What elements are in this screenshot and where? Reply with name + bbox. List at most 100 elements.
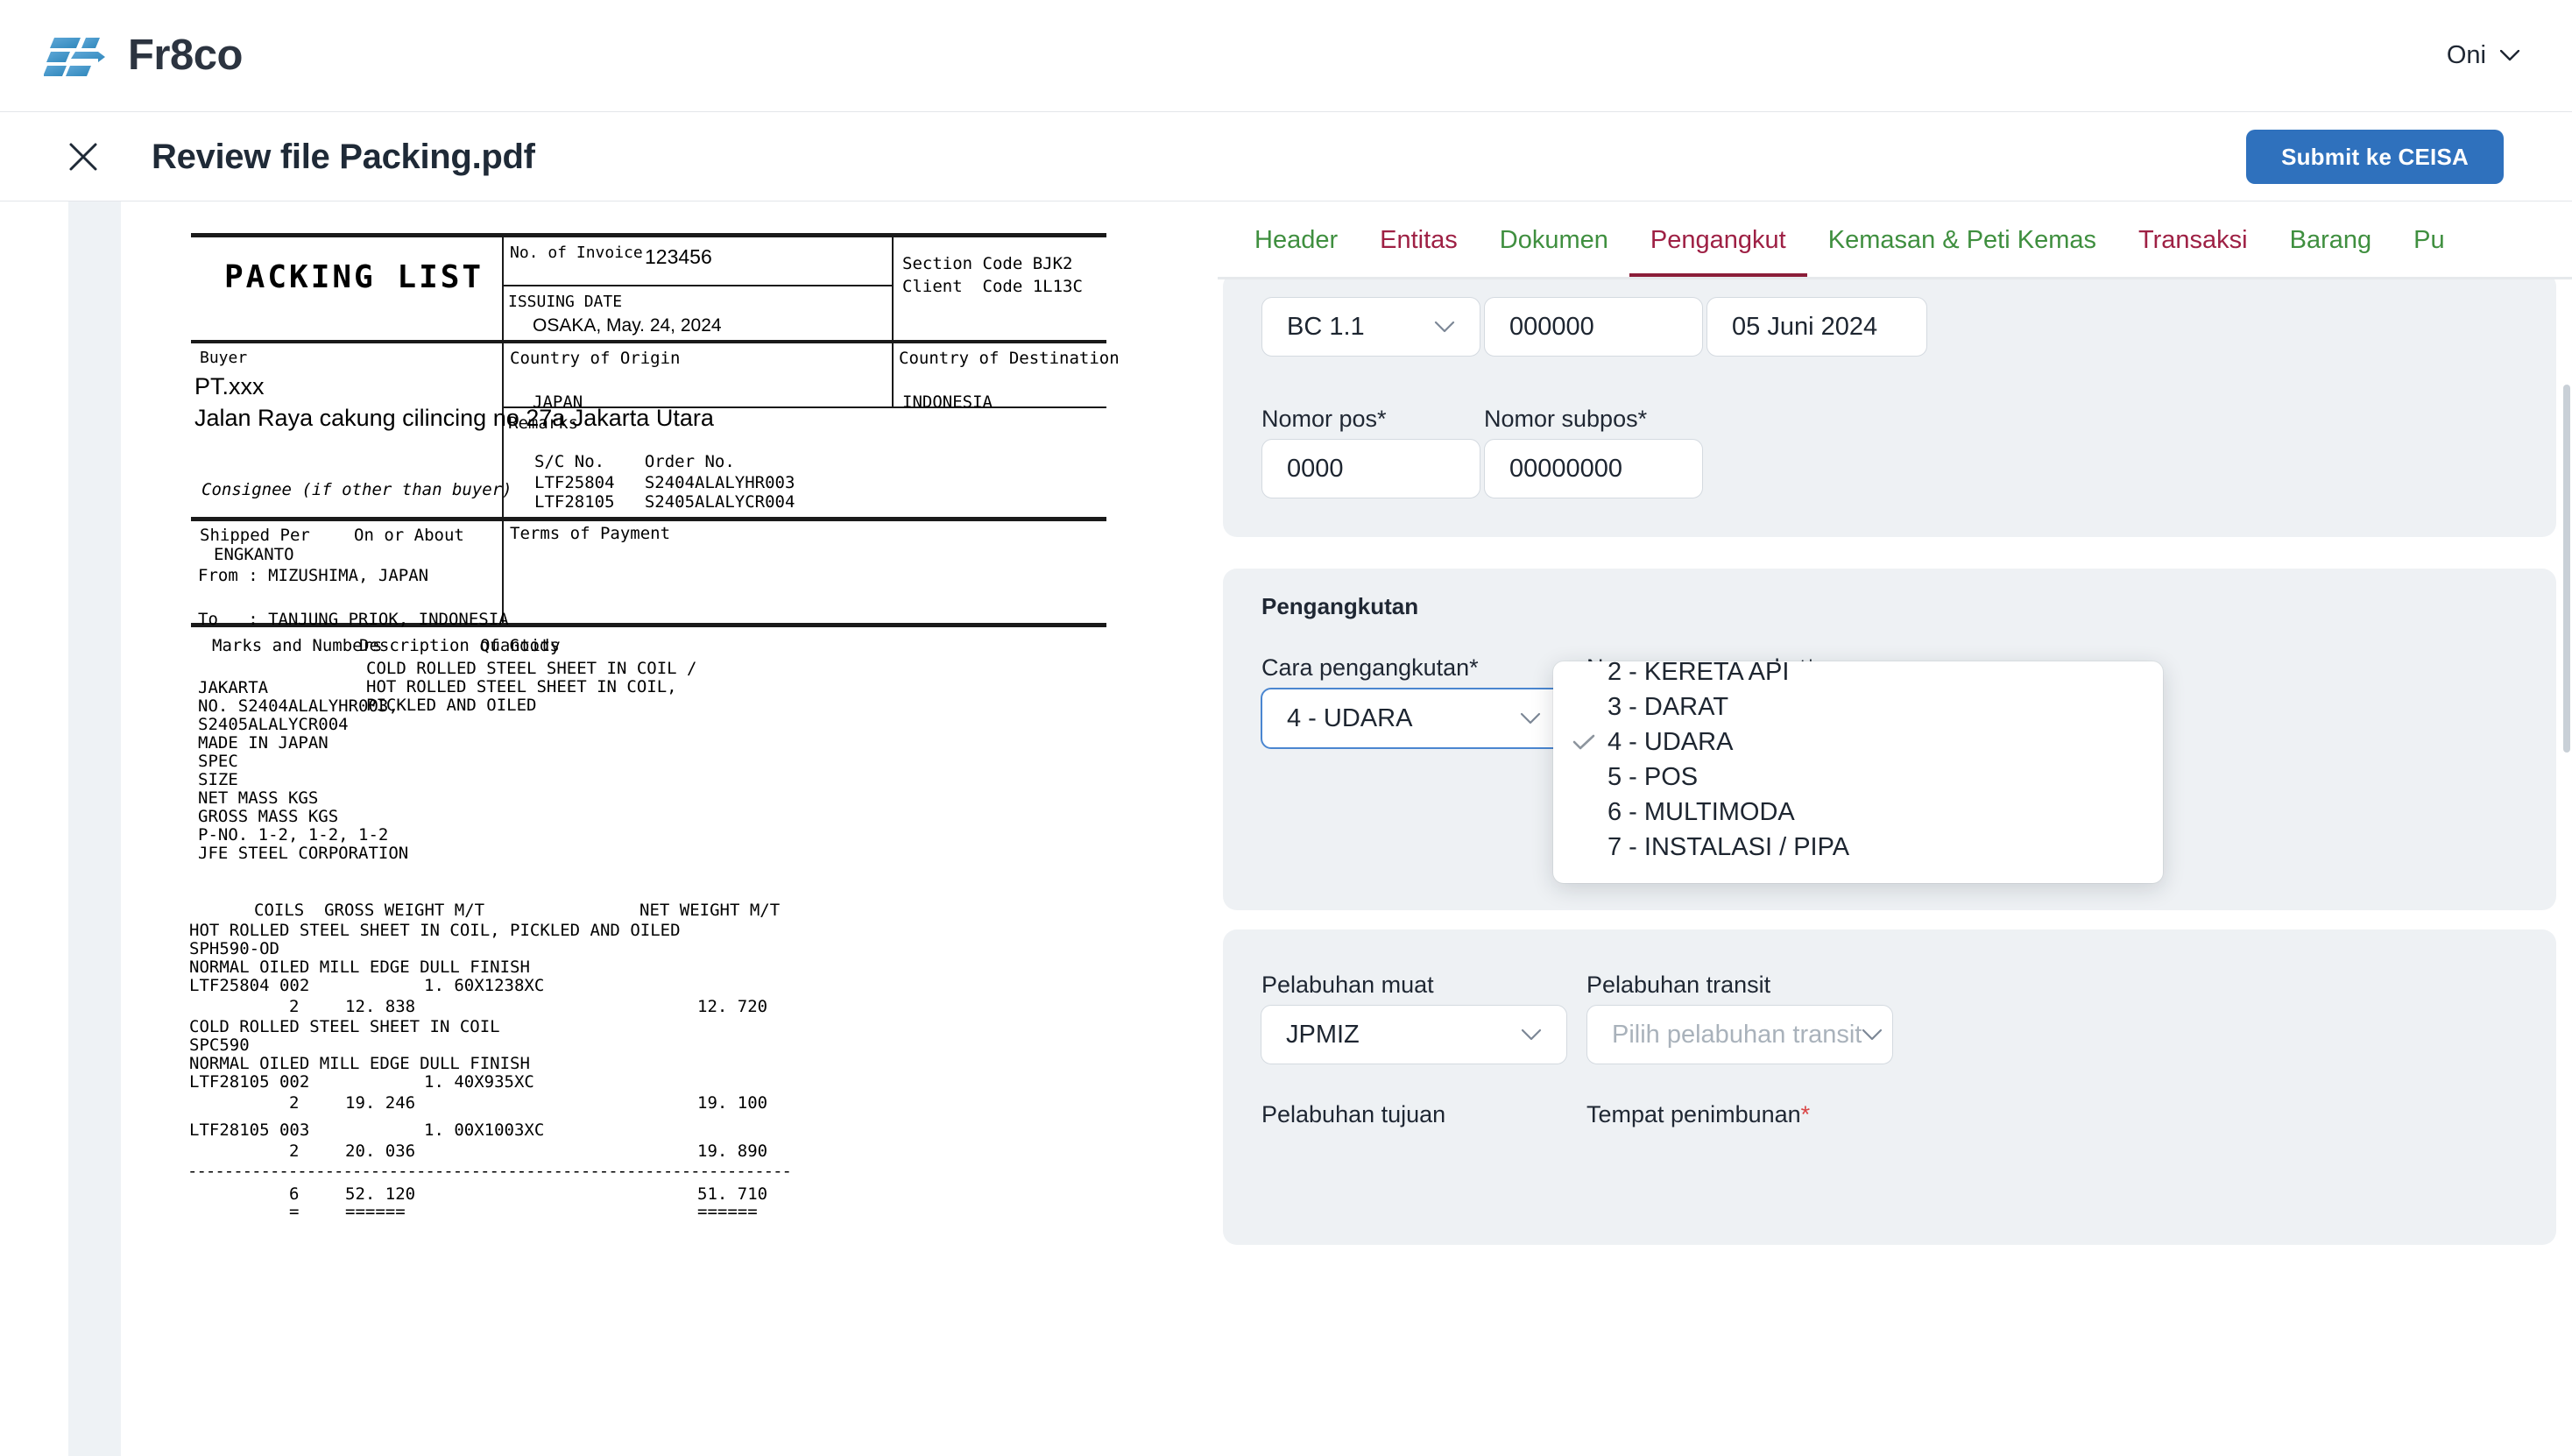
pelabuhan-transit-select[interactable]: Pilih pelabuhan transit [1586,1005,1893,1064]
pdf-remarks-label: Remarks [508,413,578,433]
pdf-marks-line: NET MASS KGS [198,788,318,808]
close-icon [66,139,101,174]
pdf-goods-finish: NORMAL OILED MILL EDGE DULL FINISH [189,958,530,977]
pdf-goods-gross: 19. 246 [345,1093,415,1113]
dropdown-option-label: 3 - DARAT [1608,693,1728,722]
dropdown-option[interactable]: 7 - INSTALASI / PIPA [1553,830,2163,865]
pdf-buyer-address: Jalan Raya cakung cilincing no 27a Jakar… [194,405,714,433]
pdf-marks-line: P-NO. 1-2, 1-2, 1-2 [198,825,388,845]
pdf-goods-ref: LTF28105 002 [189,1072,309,1092]
tab-dokumen[interactable]: Dokumen [1479,201,1629,279]
pdf-goods-coils: 2 [289,1093,299,1113]
pdf-terms-of-payment-label: Terms of Payment [510,524,670,543]
pdf-marks-line: SPEC [198,752,238,771]
pdf-marks-line: S2405ALALYCR004 [198,715,349,734]
pdf-buyer-label: Buyer [200,349,247,367]
form-tabs: Header Entitas Dokumen Pengangkut Kemasa… [1218,201,2572,279]
dropdown-option-label: 2 - KERETA API [1608,661,1789,687]
pdf-remarks-row: LTF28105 S2405ALALYCR004 [534,492,795,512]
pdf-total-rule: = [289,1202,299,1221]
dropdown-option-label: 6 - MULTIMODA [1608,798,1795,827]
check-icon [1572,731,1595,753]
pdf-marks-line: MADE IN JAPAN [198,733,329,753]
brand-logo[interactable]: Fr8co [44,32,243,80]
tab-transaksi[interactable]: Transaksi [2117,201,2269,279]
pelabuhan-muat-value: JPMIZ [1286,1021,1360,1050]
pengangkutan-section-title: Pengangkutan [1261,593,1418,620]
pdf-client-code: Client Code 1L13C [902,277,1083,296]
chevron-down-icon [1521,1028,1542,1041]
dropdown-option-selected[interactable]: 4 - UDARA [1553,724,2163,760]
pelabuhan-card: Pelabuhan muat JPMIZ Pelabuhan transit P… [1223,929,2556,1245]
pdf-shipped-per-value: ENGKANTO [214,545,294,564]
pdf-goods-desc: HOT ROLLED STEEL SHEET IN COIL, PICKLED … [189,921,681,940]
pdf-on-or-about-label: On or About [354,526,464,545]
pdf-marks-label: Marks and Numbers [212,636,382,655]
pdf-issuing-date-label: ISSUING DATE [508,293,622,311]
document-date-field[interactable]: 05 Juni 2024 [1706,297,1927,357]
nomor-pos-value: 0000 [1287,455,1344,484]
dropdown-option[interactable]: 6 - MULTIMODA [1553,795,2163,830]
pelabuhan-transit-placeholder: Pilih pelabuhan transit [1612,1021,1862,1050]
pdf-coils-header: COILS GROSS WEIGHT M/T [254,901,484,920]
pelabuhan-muat-select[interactable]: JPMIZ [1261,1005,1567,1064]
dropdown-option[interactable]: 3 - DARAT [1553,689,2163,724]
pdf-goods-grade: SPH590-OD [189,939,279,958]
pdf-buyer-name: PT.xxx [194,373,265,401]
pdf-country-destination-label: Country of Destination [899,349,1120,368]
pdf-net-weight-header: NET WEIGHT M/T [639,901,780,920]
tab-header[interactable]: Header [1233,201,1359,279]
cara-pengangkutan-select[interactable]: 4 - UDARA [1261,688,1567,749]
dropdown-option[interactable]: 2 - KERETA API [1553,661,2163,689]
pdf-description-line: HOT ROLLED STEEL SHEET IN COIL, [366,677,677,696]
user-name: Oni [2447,41,2486,70]
review-header-bar: Review file Packing.pdf Submit ke CEISA [0,113,2572,201]
form-scrollbar[interactable] [2563,385,2570,753]
nomor-subpos-label: Nomor subpos* [1484,406,1647,433]
document-number-field[interactable]: 000000 [1484,297,1703,357]
top-navigation-bar: Fr8co Oni [0,0,2572,112]
pdf-goods-net: 12. 720 [697,997,767,1016]
pdf-goods-desc: COLD ROLLED STEEL SHEET IN COIL [189,1017,500,1036]
nomor-pos-field[interactable]: 0000 [1261,439,1480,498]
required-asterisk: * [1801,1101,1811,1127]
cara-pengangkutan-label: Cara pengangkutan* [1261,654,1479,682]
packing-list-document: PACKING LIST No. of Invoice 123456 ISSUI… [191,217,1106,1435]
pdf-quantity-label: Quantity [480,636,561,655]
pdf-country-destination-value: INDONESIA [902,392,993,412]
pdf-goods-size: 1. 00X1003XC [424,1120,544,1140]
pdf-divider: ----------------------------------------… [187,1162,791,1181]
dropdown-option[interactable]: 5 - POS [1553,760,2163,795]
form-pane: Header Entitas Dokumen Pengangkut Kemasa… [1218,201,2572,1456]
pdf-goods-gross: 20. 036 [345,1141,415,1161]
pdf-preview-pane[interactable]: PACKING LIST No. of Invoice 123456 ISSUI… [0,201,1172,1456]
tab-pengangkut[interactable]: Pengangkut [1629,201,1807,279]
pdf-goods-ref: LTF28105 003 [189,1120,309,1140]
pdf-marks-line: SIZE [198,770,238,789]
form-scroll-area[interactable]: BC 1.1 000000 05 Juni 2024 Nomor pos* 00… [1218,279,2572,1456]
tempat-penimbunan-label: Tempat penimbunan* [1586,1101,1810,1128]
nomor-subpos-field[interactable]: 00000000 [1484,439,1703,498]
cara-pengangkutan-value: 4 - UDARA [1287,704,1412,733]
pdf-page: PACKING LIST No. of Invoice 123456 ISSUI… [121,201,1172,1456]
nomor-subpos-value: 00000000 [1509,455,1622,484]
tab-barang[interactable]: Barang [2269,201,2393,279]
pdf-marks-line: GROSS MASS KGS [198,807,338,826]
cara-pengangkutan-dropdown[interactable]: 2 - KERETA API 3 - DARAT 4 - UDARA [1553,661,2163,883]
submit-ke-ceisa-button[interactable]: Submit ke CEISA [2246,130,2504,184]
pdf-marks-line: JAKARTA [198,678,268,697]
pdf-gutter [68,201,121,1456]
dropdown-option-label: 4 - UDARA [1608,728,1733,757]
pdf-goods-gross: 12. 838 [345,997,415,1016]
pelabuhan-transit-label: Pelabuhan transit [1586,972,1770,999]
document-type-select[interactable]: BC 1.1 [1261,297,1480,357]
tab-kemasan-peti-kemas[interactable]: Kemasan & Peti Kemas [1807,201,2117,279]
document-date-value: 05 Juni 2024 [1732,313,1877,342]
tab-entitas[interactable]: Entitas [1359,201,1479,279]
pelabuhan-tujuan-label: Pelabuhan tujuan [1261,1101,1445,1128]
close-button[interactable] [63,137,103,177]
pdf-total-rule: ====== [697,1202,758,1221]
tab-pungutan[interactable]: Pu [2392,201,2465,279]
pdf-goods-grade: SPC590 [189,1035,250,1055]
user-menu[interactable]: Oni [2447,41,2519,70]
